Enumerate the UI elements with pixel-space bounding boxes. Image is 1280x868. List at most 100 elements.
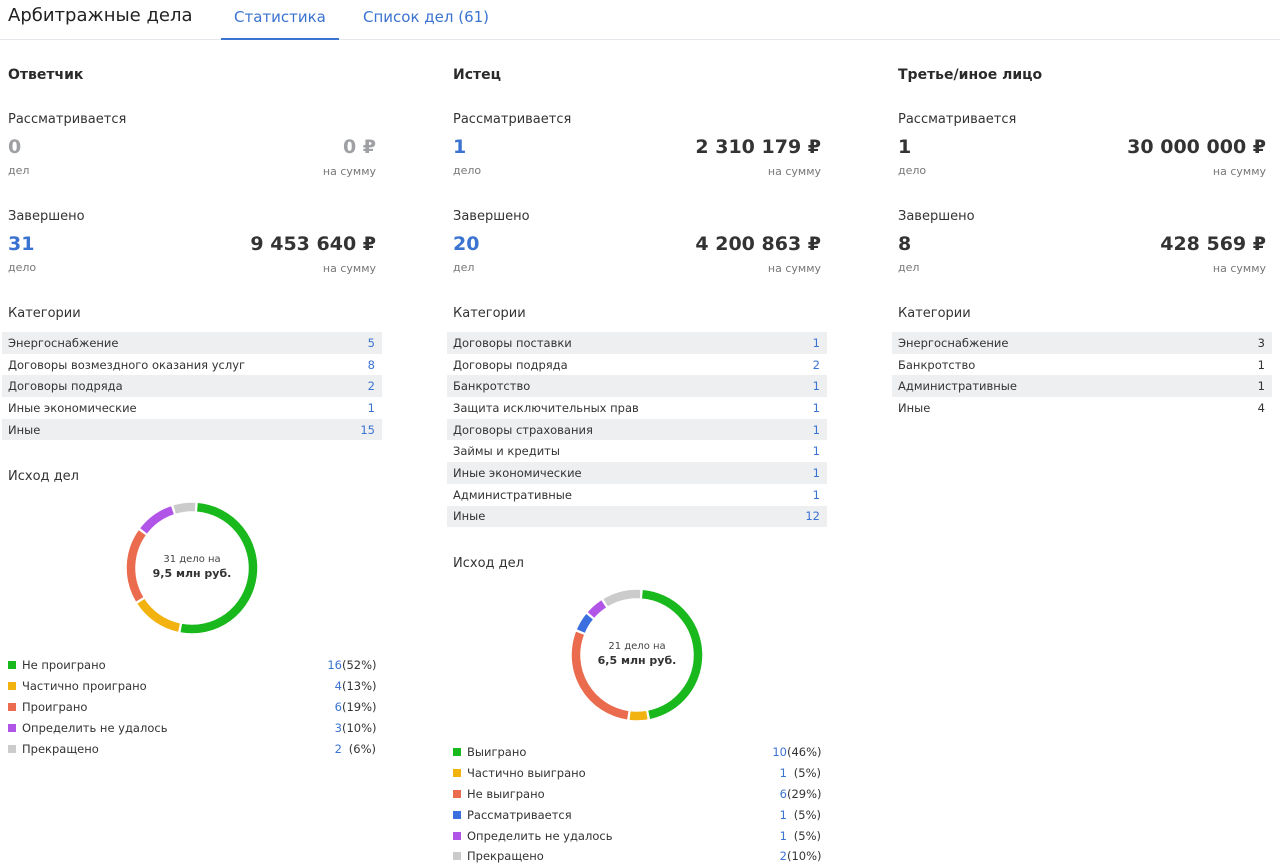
legend-item: Не выиграно 6 (29%)	[453, 784, 822, 805]
pending-count: 0	[8, 136, 22, 158]
legend-item: Прекращено 2 (6%)	[8, 738, 376, 759]
category-count[interactable]: 1	[813, 488, 820, 502]
category-row: Договоры подряда 2	[2, 375, 382, 398]
legend-swatch	[8, 661, 16, 670]
legend-count[interactable]: 4	[335, 679, 342, 693]
donut-segment-blue[interactable]	[140, 506, 174, 534]
donut-segment-yellow[interactable]	[629, 710, 648, 721]
pending-label: Рассматривается	[898, 112, 1017, 127]
completed-sum-caption: на сумму	[322, 262, 376, 275]
pending-label: Рассматривается	[8, 112, 127, 127]
category-name: Энергоснабжение	[898, 335, 1009, 350]
completed-label: Завершено	[453, 209, 530, 224]
legend-percent: (6%)	[348, 741, 376, 756]
category-count[interactable]: 5	[368, 336, 375, 350]
category-count[interactable]: 1	[368, 401, 375, 415]
legend-count[interactable]: 6	[335, 700, 342, 714]
completed-label: Завершено	[8, 209, 85, 224]
donut-segment-purple[interactable]	[587, 600, 607, 618]
legend-label: Прекращено	[467, 849, 544, 864]
legend-count[interactable]: 6	[780, 787, 787, 801]
pending-count-caption: дело	[453, 164, 482, 177]
completed-sum: 4 200 863 ₽	[695, 233, 821, 255]
donut-segment-blue[interactable]	[576, 614, 593, 633]
category-name: Банкротство	[898, 357, 976, 372]
legend-count[interactable]: 3	[335, 721, 342, 735]
outcome-label: Исход дел	[453, 556, 524, 571]
pending-sum-caption: на сумму	[1212, 165, 1266, 178]
pending-sum: 0 ₽	[342, 136, 376, 158]
category-name: Энергоснабжение	[8, 335, 119, 350]
legend-label: Определить не удалось	[22, 720, 168, 735]
legend-swatch	[8, 702, 16, 711]
legend-percent: (13%)	[342, 679, 377, 694]
category-name: Иные экономические	[453, 465, 582, 480]
category-count[interactable]: 1	[813, 379, 820, 393]
category-row: Иные экономические 1	[2, 397, 382, 419]
category-count[interactable]: 8	[368, 358, 375, 372]
category-name: Административные	[453, 487, 572, 502]
pending-count-caption: дело	[898, 164, 927, 177]
category-count[interactable]: 12	[805, 509, 820, 523]
category-count[interactable]: 2	[368, 379, 375, 393]
legend-label: Прекращено	[22, 741, 99, 756]
categories-list: Энергоснабжение 3 Банкротство 1 Администра…	[892, 332, 1272, 419]
category-count[interactable]: 1	[813, 466, 820, 480]
donut-segment-purple[interactable]	[173, 502, 196, 514]
legend-item: Проиграно 6 (19%)	[8, 697, 377, 718]
tab-case-list[interactable]: Список дел (61)	[350, 8, 502, 40]
category-row: Административные 1	[447, 484, 827, 506]
column-title: Третье/иное лицо	[898, 67, 1043, 83]
category-row: Займы и кредиты 1	[447, 440, 827, 462]
pending-sum-caption: на сумму	[767, 165, 821, 178]
category-count[interactable]: 1	[813, 336, 820, 350]
legend-label: Проиграно	[22, 699, 88, 714]
tab-statistics[interactable]: Статистика	[221, 8, 339, 40]
outcome-label: Исход дел	[8, 469, 79, 484]
legend-label: Не выиграно	[467, 786, 545, 801]
legend-percent: (5%)	[793, 766, 821, 781]
donut-segment-yellow[interactable]	[137, 598, 181, 632]
donut-segment-gray[interactable]	[603, 589, 641, 607]
category-row: Иные 4	[892, 397, 1272, 419]
legend-count[interactable]: 1	[780, 829, 787, 843]
categories-list: Энергоснабжение 5 Договоры возмездного ок…	[2, 332, 382, 441]
legend-item: Рассматривается 1 (5%)	[453, 804, 821, 825]
legend-count[interactable]: 16	[327, 658, 342, 672]
plaintiff-column: Истец Рассматривается 1 2 310 179 ₽ дело…	[447, 40, 829, 868]
completed-count[interactable]: 31	[8, 233, 34, 255]
defendant-column: Ответчик Рассматривается 0 0 ₽ дел на су…	[2, 40, 384, 868]
category-count[interactable]: 2	[813, 358, 820, 372]
legend-count[interactable]: 1	[780, 766, 787, 780]
category-name: Банкротство	[453, 379, 531, 394]
completed-count-caption: дел	[453, 261, 475, 274]
legend-swatch	[8, 682, 16, 691]
category-count: 1	[1257, 379, 1265, 394]
legend-swatch	[453, 810, 461, 819]
completed-count[interactable]: 20	[453, 233, 479, 255]
pending-count[interactable]: 1	[453, 136, 466, 158]
categories-list: Договоры поставки 1 Договоры подряда 2 Бан…	[447, 332, 827, 528]
legend-percent: (46%)	[787, 745, 822, 760]
category-name: Защита исключительных прав	[453, 400, 639, 415]
legend-label: Выиграно	[467, 745, 527, 760]
category-count[interactable]: 1	[813, 401, 820, 415]
legend-count[interactable]: 10	[772, 745, 787, 759]
category-name: Иные	[453, 509, 486, 524]
legend-count[interactable]: 2	[780, 849, 787, 863]
legend-count[interactable]: 1	[780, 808, 787, 822]
category-count[interactable]: 15	[360, 423, 375, 437]
legend-label: Частично выиграно	[467, 766, 586, 781]
category-count[interactable]: 1	[813, 423, 820, 437]
category-count[interactable]: 1	[813, 444, 820, 458]
category-name: Иные экономические	[8, 400, 137, 415]
header: Арбитражные дела Статистика Список дел (…	[0, 0, 1280, 40]
legend-count[interactable]: 2	[335, 742, 342, 756]
legend-swatch	[453, 789, 461, 798]
legend-swatch	[453, 769, 461, 778]
category-name: Договоры поставки	[453, 335, 572, 350]
category-row: Административные 1	[892, 375, 1272, 398]
pending-sum: 30 000 000 ₽	[1127, 136, 1266, 158]
legend-swatch	[453, 831, 461, 840]
categories-label: Категории	[453, 306, 526, 321]
